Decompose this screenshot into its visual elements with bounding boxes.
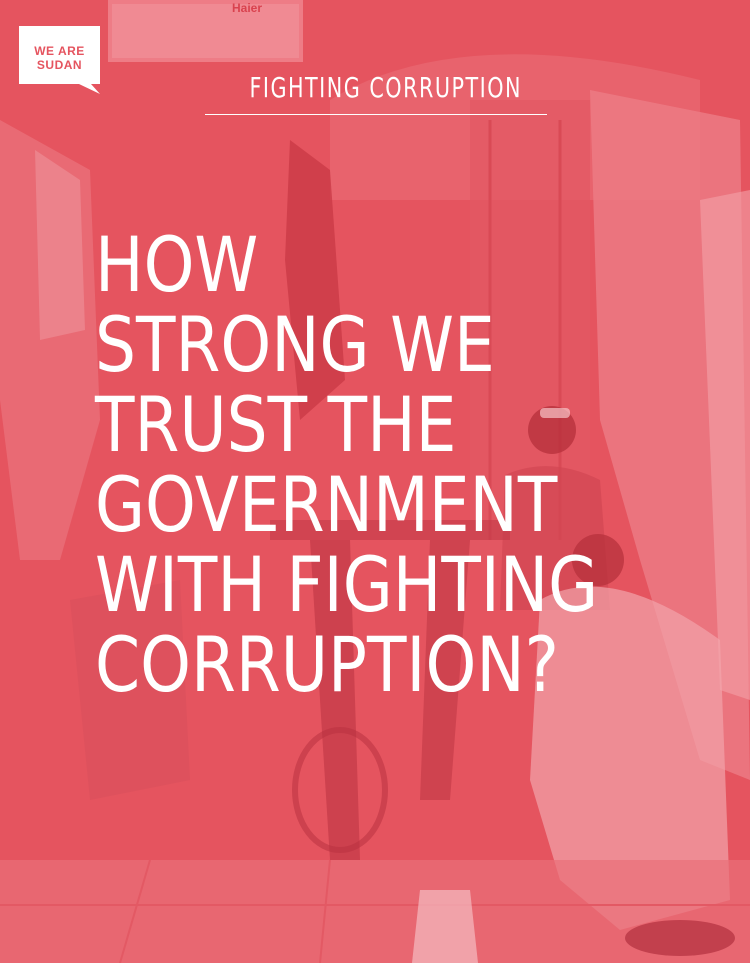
headline-line: CORRUPTION?: [95, 620, 559, 709]
logo-line-2: SUDAN: [36, 58, 83, 72]
logo-text: WE ARE SUDAN: [19, 44, 100, 72]
section-label: FIGHTING CORRUPTION: [249, 71, 522, 104]
we-are-sudan-logo[interactable]: WE ARE SUDAN: [19, 26, 100, 94]
headline-line: GOVERNMENT: [95, 460, 558, 549]
headline-line: HOW: [95, 220, 259, 309]
headline-line: WITH FIGHTING: [95, 540, 599, 629]
logo-line-1: WE ARE: [34, 44, 85, 58]
headline-line: TRUST THE: [95, 380, 457, 469]
headline-line: STRONG WE: [95, 300, 495, 389]
water-jug: [412, 890, 478, 963]
poster: Haier WE ARE SUDAN FIGHTING CORRUPTION H…: [0, 0, 750, 963]
ac-brand-label: Haier: [232, 1, 262, 15]
shoe: [625, 920, 735, 956]
section-underline: [205, 114, 547, 115]
headline: HOW STRONG WE TRUST THE GOVERNMENT WITH …: [95, 225, 735, 705]
